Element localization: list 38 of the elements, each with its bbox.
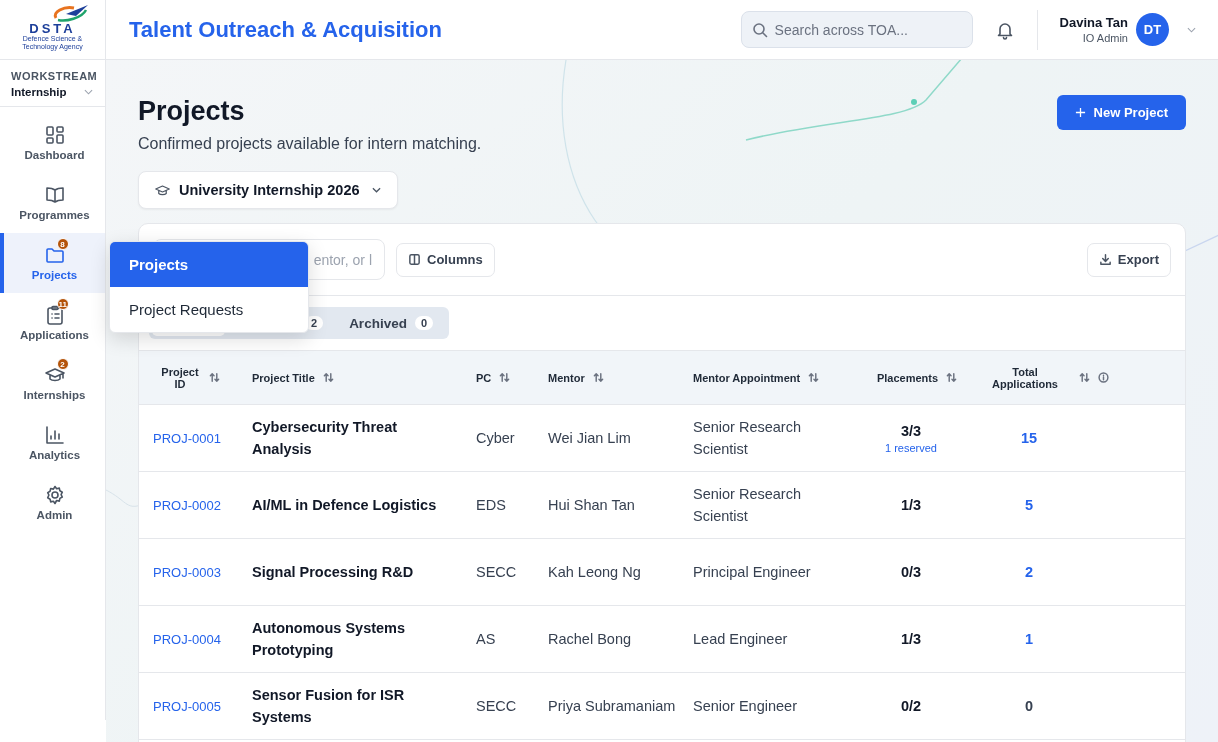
page-title: Projects [138, 96, 246, 127]
user-name: Davina Tan [1059, 15, 1128, 30]
reserved-note: 1 reserved [885, 441, 937, 454]
count-badge: 8 [56, 238, 69, 250]
project-title: AI/ML in Defence Logistics [252, 496, 437, 515]
placements-count: 0/2 [900, 698, 922, 714]
project-title: Signal Processing R&D [252, 563, 414, 582]
placements-count: 0/3 [900, 564, 922, 580]
placements-count: 1/3 [900, 497, 922, 513]
appointment-cell-text: Senior Engineer [693, 697, 797, 716]
page-subtitle: Confirmed projects available for intern matching. [138, 135, 482, 153]
logo-text: DSTA [29, 22, 76, 35]
count-badge: 2 [56, 358, 69, 370]
user-role: IO Admin [1081, 32, 1128, 44]
mentor-cell-text: Hui Shan Tan [548, 496, 635, 515]
pc-cell-text: SECC [476, 563, 517, 582]
pc-cell-text: AS [476, 630, 496, 649]
mentor-cell-text: Kah Leong Ng [548, 563, 641, 582]
workstream-label: WORKSTREAM [11, 70, 95, 82]
app-title: Talent Outreach & Acquisition [129, 16, 443, 43]
project-title: Cybersecurity Threat Analysis [252, 418, 399, 459]
pc-cell-text: Cyber [476, 429, 515, 448]
pc-cell-text: SECC [476, 697, 517, 716]
mentor-cell-text: Priya Subramaniam [548, 697, 676, 716]
mentor-cell-text: Rachel Bong [548, 630, 632, 649]
appointment-cell-text: Senior Research Scientist [693, 418, 802, 459]
project-title: Autonomous Systems Prototyping [252, 619, 407, 660]
count-badge: 0 [414, 316, 434, 330]
pc-cell-text: EDS [476, 496, 506, 515]
applications-count: 0 [1024, 698, 1034, 714]
appointment-cell-text: Lead Engineer [693, 630, 788, 649]
placements-count: 1/3 [900, 631, 922, 647]
count-badge: 11 [56, 298, 69, 310]
appointment-cell-text: Senior Research Scientist [693, 485, 802, 526]
placements-count: 3/3 [900, 422, 922, 439]
appointment-cell-text: Principal Engineer [693, 563, 811, 582]
project-title: Sensor Fusion for ISR Systems [252, 686, 406, 727]
mentor-cell-text: Wei Jian Lim [548, 429, 631, 448]
